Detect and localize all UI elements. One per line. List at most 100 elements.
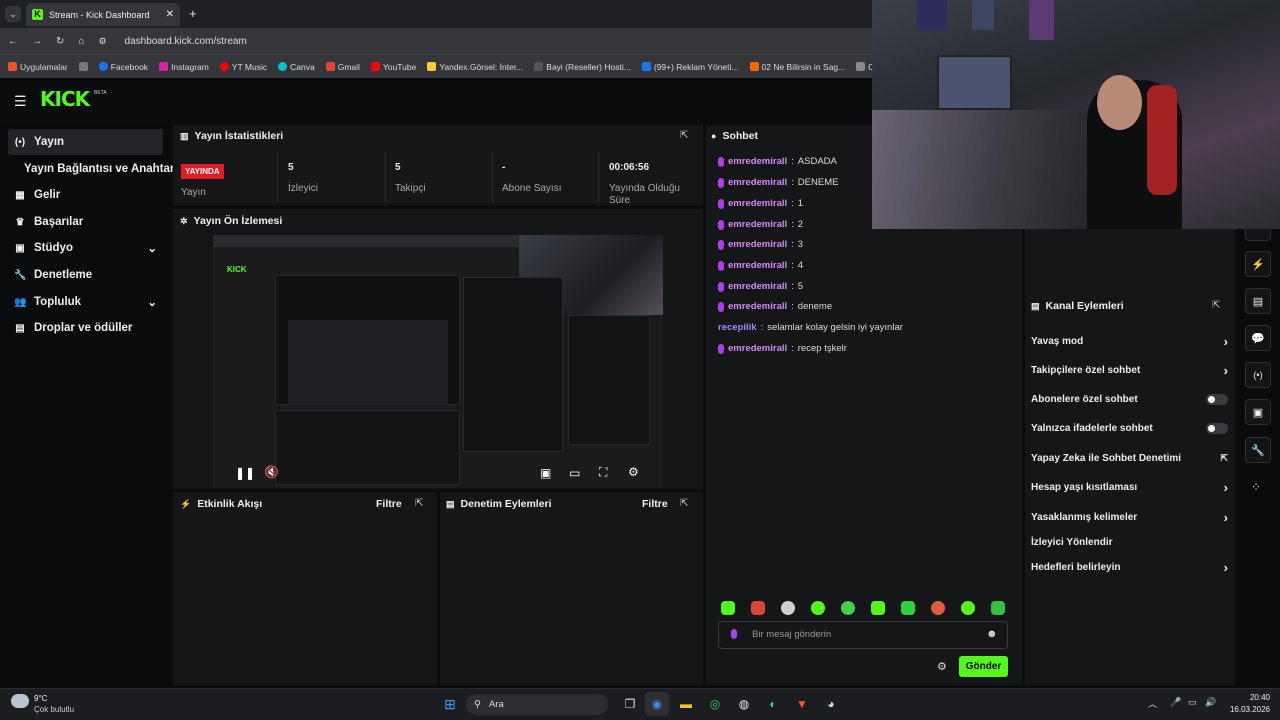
bookmark-item[interactable] [78,62,88,71]
bookmark-item[interactable]: YouTube [370,62,416,72]
sidebar-item-gelir[interactable]: ▦ Gelir [8,182,163,208]
action-banned-words[interactable]: Yasaklanmış kelimeler › [1031,507,1228,527]
action-goals[interactable]: Hedefleri belirleyin › [1031,557,1228,577]
toggle-switch[interactable] [1206,422,1228,434]
windows-start-icon[interactable]: ⊞ [438,692,462,716]
weather-desc[interactable]: Çok bulutlu [34,705,74,714]
site-info-icon[interactable]: ⚙ [98,36,106,47]
brave-icon[interactable]: ▼ [790,692,814,716]
tray-chevron-icon[interactable]: ︿ [1148,697,1157,710]
reload-icon[interactable]: ↻ [56,36,64,47]
stat-value: 5 [288,162,294,173]
emote-icon[interactable] [841,601,855,615]
emote-icon[interactable] [871,601,885,615]
stream-preview-video[interactable]: KICK [213,235,663,488]
popout-icon[interactable]: ⇱ [680,498,688,509]
sidebar-item-yayin[interactable]: (•) Yayın [8,129,163,155]
chrome-icon[interactable]: ◉ [645,692,669,716]
tray-network-icon[interactable]: ▭ [1188,697,1197,708]
rail-button[interactable] [1245,229,1271,241]
pip-icon[interactable]: ▣ [540,466,551,480]
sidebar-item-topluluk[interactable]: 👥 Topluluk ⌄ [8,289,163,315]
emote-icon[interactable] [811,601,825,615]
theater-icon[interactable]: ▭ [569,466,580,480]
bookmark-item[interactable]: Instagram [159,62,209,72]
menu-icon[interactable]: ☰ [14,93,27,110]
bolt-icon: ⚡ [180,498,192,509]
home-icon[interactable]: ⌂ [78,36,84,47]
rail-more-icon[interactable]: ⁘ [1251,480,1261,494]
taskbar-search[interactable]: ⚲ Ara [466,694,608,715]
action-ai-moderation[interactable]: Yapay Zeka ile Sohbet Denetimi ⇱ [1031,448,1228,468]
emote-icon[interactable] [961,601,975,615]
action-emote-only[interactable]: Yalnızca ifadelerle sohbet [1031,418,1228,438]
rail-broadcast-button[interactable]: (•) [1245,362,1271,388]
chat-settings-icon[interactable]: ⚙ [937,660,947,673]
action-raid[interactable]: İzleyici Yönlendir [1031,532,1228,552]
bookmark-item[interactable]: Yandex.Görsel: İnter... [427,62,523,72]
bookmark-item[interactable]: Facebook [98,62,148,72]
activity-filter-button[interactable]: Filtre [376,498,402,510]
action-slow-mode[interactable]: Yavaş mod › [1031,331,1228,351]
moderation-filter-button[interactable]: Filtre [642,498,668,510]
tray-mic-icon[interactable]: 🎤 [1170,697,1181,708]
settings-icon[interactable]: ⚙ [628,465,639,479]
url-field[interactable]: dashboard.kick.com/stream [125,36,247,47]
emote-icon[interactable] [751,601,765,615]
steam-icon[interactable]: ◕ [819,692,843,716]
rail-shield-button[interactable]: ▤ [1245,288,1271,314]
bookmark-item[interactable]: Canva [278,62,315,72]
tab-search-button[interactable]: ⌄ [5,6,21,22]
app-icon[interactable]: ◐ [761,692,785,716]
chat-input-placeholder[interactable]: Bir mesaj gönderin [752,629,831,640]
bookmark-item[interactable]: Bayi (Reseller) Hosti... [534,62,631,72]
browser-tab[interactable]: K Stream - Kick Dashboard ✕ [26,3,180,26]
action-subscribers-only[interactable]: Abonelere özel sohbet [1031,389,1228,409]
mic-badge-icon [718,177,724,188]
sidebar-item-stream-key[interactable]: Yayın Bağlantısı ve Anahtarı [8,156,178,182]
action-account-age[interactable]: Hesap yaşı kısıtlaması › [1031,477,1228,497]
sidebar-item-basarilar[interactable]: ♛ Başarılar [8,209,163,235]
sidebar-item-droplar[interactable]: ▤ Droplar ve ödüller [8,315,163,341]
weather-temp[interactable]: 9°C [34,694,47,703]
rail-wrench-button[interactable]: 🔧 [1245,437,1271,463]
clock-time[interactable]: 20:40 [1230,693,1270,702]
clock-date[interactable]: 16.03.2026 [1222,705,1270,714]
emoji-picker-icon[interactable]: ☻ [986,628,998,640]
forward-icon[interactable]: → [32,36,42,47]
close-tab-icon[interactable]: ✕ [166,9,174,20]
sidebar-item-denetleme[interactable]: 🔧 Denetleme [8,262,163,288]
tray-volume-icon[interactable]: 🔊 [1205,697,1216,708]
task-view-icon[interactable]: ❐ [618,692,642,716]
whatsapp-icon[interactable]: ◎ [703,692,727,716]
kick-logo[interactable]: KICK [40,87,90,111]
rail-bolt-button[interactable]: ⚡ [1245,251,1271,277]
popout-icon[interactable]: ⇱ [1212,300,1220,311]
action-followers-only[interactable]: Takipçilere özel sohbet › [1031,360,1228,380]
emote-icon[interactable] [931,601,945,615]
mute-icon[interactable]: 🔇 [264,465,279,479]
toggle-switch[interactable] [1206,393,1228,405]
send-button[interactable]: Gönder [959,656,1008,677]
new-tab-button[interactable]: + [189,6,197,21]
emote-icon[interactable] [991,601,1005,615]
bookmark-item[interactable]: Gmail [325,62,360,72]
back-icon[interactable]: ← [8,36,18,47]
obs-icon[interactable]: ◍ [732,692,756,716]
emote-icon[interactable] [781,601,795,615]
rail-chat-button[interactable]: 💬 [1245,325,1271,351]
bookmark-item[interactable]: 02 Ne Bilirsin in Sag... [749,62,845,72]
emote-icon[interactable] [721,601,735,615]
popout-icon[interactable]: ⇱ [680,130,688,141]
sidebar-item-studyo[interactable]: ▣ Stüdyo ⌄ [8,235,163,261]
bookmark-item[interactable]: YT Music [219,62,267,72]
fullscreen-icon[interactable]: ⛶ [599,465,607,480]
rail-film-button[interactable]: ▣ [1245,399,1271,425]
bookmark-item[interactable]: (99+) Reklam Yöneti... [641,62,739,72]
popout-icon[interactable]: ⇱ [415,498,423,509]
bookmark-item[interactable]: Ch [856,62,872,72]
emote-icon[interactable] [901,601,915,615]
bookmark-item[interactable]: Uygulamalar [8,62,68,72]
file-explorer-icon[interactable]: ▬ [674,692,698,716]
pause-icon[interactable]: ❚❚ [235,466,255,480]
